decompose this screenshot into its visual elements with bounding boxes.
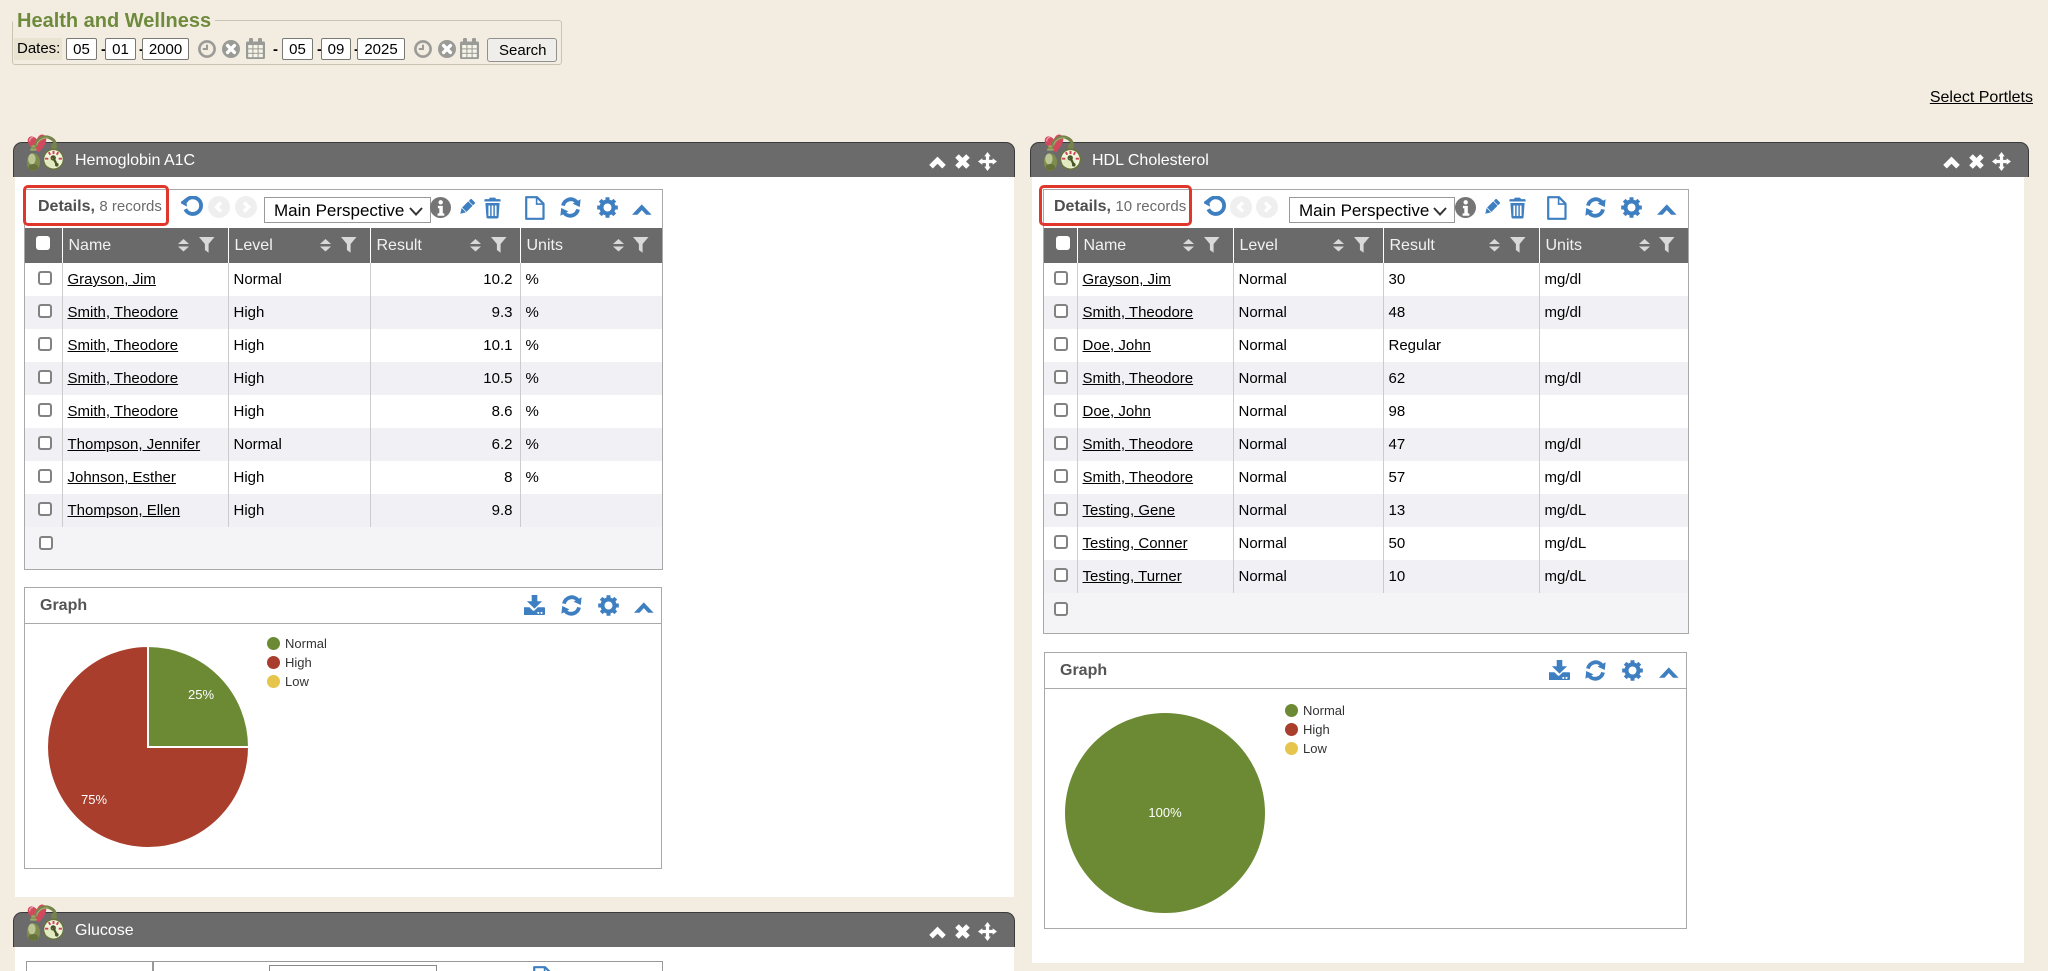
svg-text:25%: 25% — [188, 687, 214, 702]
svg-text:75%: 75% — [81, 792, 107, 807]
svg-text:100%: 100% — [1148, 805, 1182, 820]
